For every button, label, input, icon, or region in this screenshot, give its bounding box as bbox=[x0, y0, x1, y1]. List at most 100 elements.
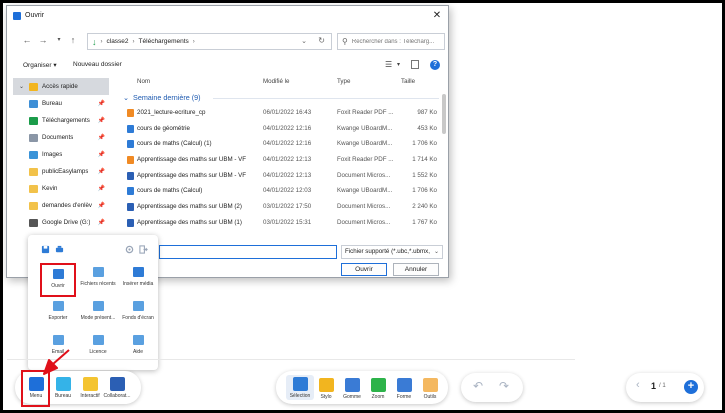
sidebar-item[interactable]: publicEasylamps 📌 bbox=[13, 163, 109, 180]
sidebar-item[interactable]: ⌄ Accès rapide bbox=[13, 78, 109, 95]
menu-item[interactable]: Fichiers récents bbox=[80, 263, 116, 297]
column-modified[interactable]: Modifié le bbox=[263, 78, 289, 85]
dock-button[interactable]: Collaborat... bbox=[103, 377, 131, 399]
file-name: 2021_lecture-ecriture_cp bbox=[137, 109, 206, 116]
sidebar-item[interactable]: Bureau 📌 bbox=[13, 95, 109, 112]
recent-files-icon bbox=[92, 267, 104, 277]
drive-icon bbox=[29, 218, 38, 227]
file-row[interactable]: 2021_lecture-ecriture_cp 06/01/2022 16:43… bbox=[119, 105, 441, 121]
view-dropdown-icon[interactable]: ▾ bbox=[397, 61, 400, 68]
save-icon[interactable] bbox=[41, 245, 50, 254]
print-icon[interactable] bbox=[55, 245, 64, 254]
sidebar-item[interactable]: Documents 📌 bbox=[13, 129, 109, 146]
media-icon bbox=[132, 267, 144, 277]
column-name[interactable]: Nom bbox=[137, 78, 150, 85]
file-row[interactable]: Apprentissage des maths sur UBM (1) 03/01… bbox=[119, 215, 441, 231]
navigation-pane: ⌄ Accès rapide Bureau 📌 Téléchargements 📌 Docu… bbox=[13, 78, 109, 238]
sidebar-item-label: Accès rapide bbox=[42, 83, 78, 90]
previous-page-icon[interactable]: ‹ bbox=[636, 379, 640, 391]
undo-icon[interactable]: ↶ bbox=[473, 379, 483, 393]
tool-button[interactable]: Gomme bbox=[338, 376, 366, 400]
tool-button[interactable]: Outils bbox=[416, 376, 444, 400]
redo-icon[interactable]: ↷ bbox=[499, 379, 509, 393]
folder-icon bbox=[29, 201, 38, 210]
close-icon[interactable]: ✕ bbox=[430, 9, 444, 23]
menu-item[interactable]: Mode présent... bbox=[80, 297, 116, 331]
cancel-button[interactable]: Annuler bbox=[393, 263, 439, 276]
tool-button[interactable]: Sélection bbox=[286, 375, 314, 400]
up-arrow-icon[interactable]: ↑ bbox=[67, 34, 79, 46]
scrollbar[interactable] bbox=[442, 76, 446, 236]
search-box[interactable]: ⚲ bbox=[337, 33, 445, 50]
red-arrow-annotation bbox=[43, 349, 70, 375]
settings-icon[interactable] bbox=[125, 245, 134, 254]
tool-button[interactable]: Zoom bbox=[364, 376, 392, 400]
file-type: Document Micros... bbox=[337, 218, 391, 226]
back-arrow-icon[interactable]: ← bbox=[21, 34, 33, 46]
file-row[interactable]: Apprentissage des maths sur UBM (2) 03/01… bbox=[119, 199, 441, 215]
sidebar-item[interactable]: Google Drive (G:) 📌 bbox=[13, 214, 109, 231]
exit-icon[interactable] bbox=[139, 245, 148, 254]
file-row[interactable]: Apprentissage des maths sur UBM - VF 04/0… bbox=[119, 152, 441, 168]
file-date: 04/01/2022 12:03 bbox=[263, 187, 312, 195]
pin-icon: 📌 bbox=[97, 101, 105, 107]
sidebar-item[interactable]: Téléchargements 📌 bbox=[13, 112, 109, 129]
tools-icon bbox=[422, 378, 438, 392]
desktop-icon bbox=[55, 377, 71, 391]
address-bar[interactable]: ↓ › classe2 › Téléchargements › ⌄ ↻ bbox=[87, 33, 332, 50]
view-options-icon[interactable]: ☰ bbox=[385, 60, 392, 69]
group-header[interactable]: ⌄ Semaine dernière (9) bbox=[123, 93, 439, 102]
dock-button[interactable]: Bureau bbox=[49, 377, 77, 399]
tool-button-label: Forme bbox=[396, 394, 412, 400]
page-total: / 1 bbox=[659, 383, 666, 389]
recent-dropdown-icon[interactable]: ▾ bbox=[53, 34, 65, 46]
column-size[interactable]: Taille bbox=[401, 78, 415, 85]
sidebar-item[interactable]: Kevin 📌 bbox=[13, 180, 109, 197]
menu-item-label: Ouvrir bbox=[51, 283, 65, 289]
file-size: 1 706 Ko bbox=[412, 140, 437, 148]
tool-button[interactable]: Stylo bbox=[312, 376, 340, 400]
menu-item-label: Licence bbox=[89, 349, 107, 355]
file-date: 03/01/2022 15:31 bbox=[263, 218, 312, 226]
pin-icon: 📌 bbox=[97, 186, 105, 192]
help-icon[interactable]: ? bbox=[430, 60, 440, 70]
file-type-select[interactable]: Fichier supporté (*.ubc,*.ubmx, ⌄ bbox=[341, 245, 443, 259]
download-icon: ↓ bbox=[92, 36, 97, 47]
breadcrumb-downloads[interactable]: Téléchargements bbox=[139, 38, 189, 45]
search-input[interactable] bbox=[351, 38, 444, 45]
organize-button[interactable]: Organiser ▾ bbox=[23, 61, 57, 69]
file-row[interactable]: Apprentissage des maths sur UBM - VF 04/0… bbox=[119, 168, 441, 184]
column-type[interactable]: Type bbox=[337, 78, 350, 85]
file-row[interactable]: cours de géométrie 04/01/2022 12:16 Kwange… bbox=[119, 121, 441, 137]
tool-button[interactable]: Forme bbox=[390, 376, 418, 400]
file-row[interactable]: cours de maths (Calcul) (1) 04/01/2022 12… bbox=[119, 136, 441, 152]
dock-button[interactable]: Interactif bbox=[76, 377, 104, 399]
dialog-toolbar: Organiser ▾ Nouveau dossier ☰ ▾ ? bbox=[7, 57, 448, 73]
add-page-icon[interactable]: + bbox=[684, 380, 698, 394]
sidebar-item[interactable]: Images 📌 bbox=[13, 146, 109, 163]
preview-pane-icon[interactable] bbox=[411, 60, 419, 69]
chevron-down-icon[interactable]: ⌄ bbox=[301, 37, 307, 45]
refresh-icon[interactable]: ↻ bbox=[318, 36, 325, 45]
menu-item[interactable]: Ouvrir bbox=[40, 263, 76, 297]
breadcrumb-classe2[interactable]: classe2 bbox=[107, 38, 129, 45]
menu-item[interactable]: Insérer média bbox=[120, 263, 156, 297]
dialog-title: Ouvrir bbox=[25, 12, 45, 19]
forward-arrow-icon[interactable]: → bbox=[37, 34, 49, 46]
document-icon bbox=[29, 133, 38, 142]
file-row[interactable]: cours de maths (Calcul) 04/01/2022 12:03 K… bbox=[119, 183, 441, 199]
sidebar-item[interactable]: demandes d'enlèv 📌 bbox=[13, 197, 109, 214]
menu-item[interactable]: Fonds d'écran bbox=[120, 297, 156, 331]
page-navigator: ‹ 1 / 1 + bbox=[626, 373, 704, 402]
menu-item[interactable]: Exporter bbox=[40, 297, 76, 331]
whiteboard-canvas[interactable]: Ouvrir ✕ ← → ▾ ↑ ↓ › classe2 › Télécharg… bbox=[3, 3, 722, 410]
word-icon bbox=[127, 218, 134, 227]
pen-icon bbox=[318, 378, 334, 392]
open-button[interactable]: Ouvrir bbox=[341, 263, 387, 276]
new-folder-button[interactable]: Nouveau dossier bbox=[73, 61, 122, 68]
file-name: Apprentissage des maths sur UBM - VF bbox=[137, 171, 247, 179]
file-type: Kwange UBoardM... bbox=[337, 187, 393, 195]
file-name-input[interactable] bbox=[159, 245, 337, 259]
file-size: 453 Ko bbox=[417, 124, 437, 132]
menu-item-label: Fonds d'écran bbox=[122, 315, 154, 321]
